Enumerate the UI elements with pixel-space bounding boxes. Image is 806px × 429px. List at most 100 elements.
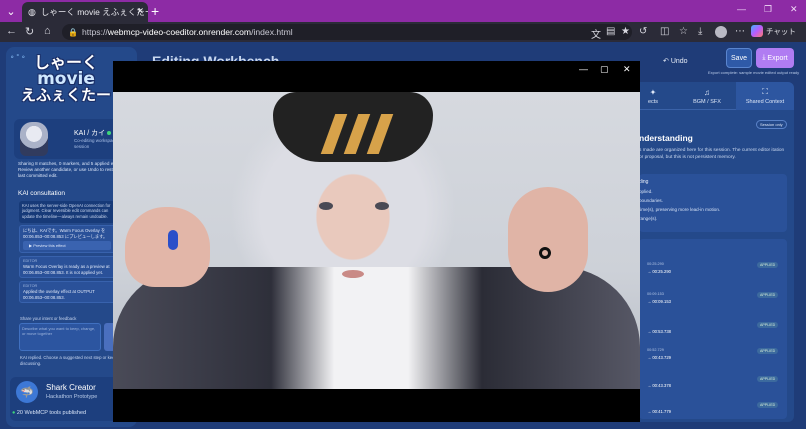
browser-titlebar: ⌄ ◍ しゃーく movie えふぇくたー — Editing ✕ + — ❐ … [0, 0, 806, 22]
profile-name: KAI / カイ [74, 130, 106, 137]
list-item[interactable]: 00:25.290 → 00:25.290 APPLIED [639, 259, 787, 279]
tab-title: しゃーく movie えふぇくたー — Editing [40, 7, 148, 17]
card-item: pplied. [639, 189, 653, 194]
right-eye [375, 202, 389, 210]
message-text: にちは、KAIです。Warm Focus Overlay を 00:06.853… [23, 228, 108, 239]
export-label: Export [767, 54, 788, 62]
downloads-icon[interactable]: ⤓ [698, 26, 702, 37]
tab-list-chevron-icon[interactable]: ⌄ [4, 3, 18, 19]
online-status-icon [107, 131, 112, 135]
video-popout-window[interactable]: — ▢ ✕ [113, 61, 640, 422]
close-window-icon[interactable]: ✕ [790, 4, 798, 15]
reader-icon[interactable]: ▤ [606, 26, 615, 37]
tab-label: ects [647, 98, 659, 105]
status-badge: APPLIED [757, 376, 779, 382]
split-icon[interactable]: ◫ [660, 26, 669, 37]
right-hand [508, 187, 588, 292]
kai-avatar [20, 122, 48, 156]
status-badge: APPLIED [757, 322, 779, 328]
home-icon[interactable]: ⌂ [44, 25, 51, 37]
message-text: Applied the overlay effect at OUTPUT 00:… [23, 289, 95, 300]
tab-bgm-sfx[interactable]: ♫ BGM / SFX [682, 82, 732, 110]
list-item[interactable]: → 00:53.738 APPLIED [639, 319, 787, 339]
prompt-label: Share your intent or feedback [20, 316, 77, 321]
context-panel: ✦ ects ♫ BGM / SFX ⛶ Shared Context Session… [634, 82, 794, 422]
url-prefix: https:// [81, 27, 108, 37]
creator-name: Shark Creator [46, 383, 96, 392]
close-tab-icon[interactable]: ✕ [136, 6, 144, 17]
effects-icon: ✦ [649, 87, 657, 97]
profile-avatar[interactable] [715, 26, 727, 38]
list-item[interactable]: 00:09.153 → 00:09.153 APPLIED [639, 289, 787, 309]
tools-status-row: ● 20 WebMCP tools published [12, 410, 86, 416]
restore-icon[interactable]: ❐ [764, 4, 772, 15]
fox-mask [273, 92, 433, 162]
shark-icon: 🦈 [16, 381, 38, 403]
item-output-time: → 00:43.378 [647, 383, 671, 388]
card-item: range(s). [639, 216, 658, 221]
understanding-card: ding pplied. boundaries. time(s), preser… [639, 174, 787, 232]
status-badge: APPLIED [757, 402, 779, 408]
card-heading: ding [639, 179, 649, 185]
left-eye [319, 202, 333, 210]
reload-icon[interactable]: ↻ [25, 25, 34, 38]
copilot-icon [751, 25, 763, 37]
feedback-input[interactable]: Describe what you want to keep, change, … [19, 323, 101, 351]
tab-label: BGM / SFX [693, 98, 721, 105]
browser-tab[interactable]: ◍ しゃーく movie えふぇくたー — Editing ✕ [22, 2, 148, 22]
minimize-icon[interactable]: — [737, 4, 746, 14]
minimize-video-icon[interactable]: — [579, 64, 588, 74]
message-card: にちは、KAIです。Warm Focus Overlay を 00:06.853… [19, 225, 119, 254]
context-intro: s made are organized here for this sessi… [639, 148, 785, 160]
address-bar[interactable]: 🔒 https:// webmcp-video-coeditor.onrende… [62, 24, 632, 40]
copilot-button[interactable]: チャット [751, 25, 796, 37]
list-item[interactable]: → 00:43.378 APPLIED [639, 373, 787, 393]
tab-shared-context[interactable]: ⛶ Shared Context [736, 82, 794, 110]
undo-icon: ↶ [663, 58, 669, 65]
logo-line-3: えふぇくたー [20, 86, 111, 104]
context-heading: nderstanding [639, 133, 693, 143]
new-tab-button[interactable]: + [151, 3, 159, 19]
creator-subtitle: Hackathon Prototype [46, 394, 98, 400]
back-arrow-icon[interactable]: ← [6, 25, 17, 37]
more-menu-icon[interactable]: ⋯ [735, 26, 745, 37]
item-source-time: 00:52.729 [647, 348, 664, 352]
card-item: time(s), preserving more lead-in motion. [639, 207, 721, 212]
close-video-icon[interactable]: ✕ [623, 64, 631, 75]
globe-icon: ◍ [28, 6, 36, 17]
applied-edits-list[interactable]: 00:25.290 → 00:25.290 APPLIED 00:09.153 → 0… [639, 239, 787, 419]
mask-stripe [320, 114, 348, 154]
export-button[interactable]: ⤓ Export [756, 48, 794, 68]
music-icon: ♫ [704, 87, 710, 97]
undo-label: Undo [670, 58, 688, 65]
refresh-ext-icon[interactable]: ↺ [639, 26, 647, 37]
context-icon: ⛶ [762, 87, 768, 96]
item-source-time: 00:25.290 [647, 262, 664, 266]
video-window-titlebar[interactable]: — ▢ ✕ [113, 61, 640, 77]
status-badge: APPLIED [757, 262, 779, 268]
item-output-time: → 00:41.779 [647, 409, 671, 414]
lock-icon: 🔒 [68, 27, 78, 37]
save-button[interactable]: Save [726, 48, 752, 68]
undo-button[interactable]: ↶ Undo [663, 57, 688, 65]
consultation-title: KAI consultation [18, 190, 65, 197]
list-item[interactable]: → 00:41.779 APPLIED [639, 399, 787, 419]
card-item: boundaries. [639, 198, 664, 203]
list-item[interactable]: 00:52.729 → 00:43.729 APPLIED [639, 345, 787, 365]
mask-stripe [366, 114, 394, 154]
translate-icon[interactable]: 文 [591, 26, 601, 41]
profile-name-row: KAI / カイ [74, 128, 112, 138]
preview-effect-button[interactable]: ▶ Preview this effect [23, 241, 111, 251]
tab-label: Shared Context [745, 99, 785, 105]
message-card: EDITOR Warm Focus Overlay is ready as a … [19, 256, 119, 279]
status-dot-icon: ● [12, 410, 16, 416]
url-host: webmcp-video-coeditor.onrender.com [107, 27, 252, 37]
favorites-icon[interactable]: ☆ [679, 26, 688, 37]
maximize-video-icon[interactable]: ▢ [600, 64, 609, 75]
favorite-star-icon[interactable]: ★ [621, 26, 630, 37]
item-output-time: → 00:53.738 [647, 329, 671, 334]
item-output-time: → 00:09.153 [647, 299, 671, 304]
lips [342, 270, 364, 278]
export-status: Export complete: sample movie edited out… [708, 70, 800, 75]
video-frame[interactable] [113, 92, 640, 389]
